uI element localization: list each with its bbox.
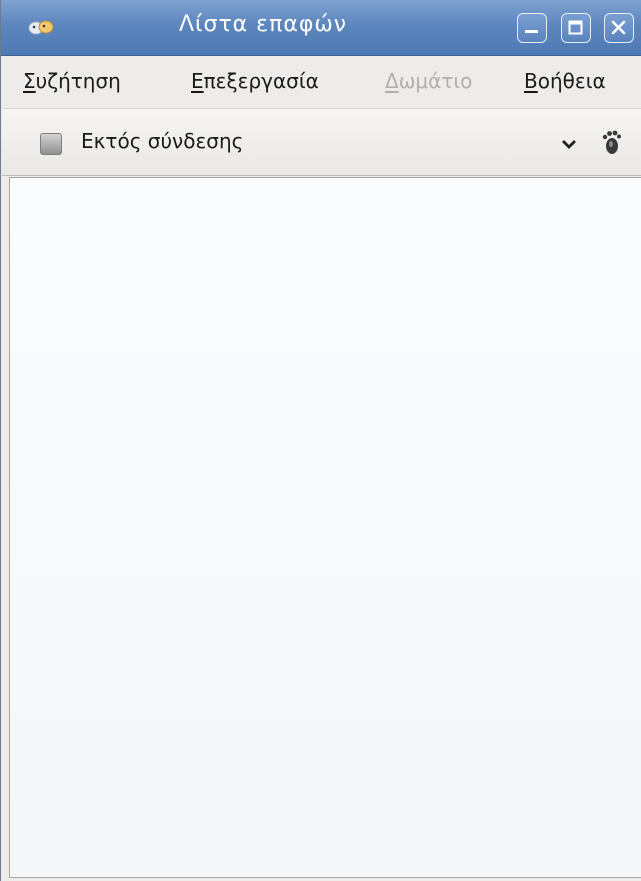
chevron-down-icon[interactable]: [558, 133, 580, 155]
window-title: Λίστα επαφών: [179, 12, 348, 37]
menu-edit-label: πεξεργασία: [203, 69, 319, 93]
menu-room: Δωμάτιο: [385, 69, 472, 93]
close-button[interactable]: [604, 13, 634, 43]
menu-room-mnemonic: Δ: [385, 69, 399, 93]
menu-chat-label: υζήτηση: [35, 69, 121, 93]
menu-chat[interactable]: Συζήτηση: [23, 69, 121, 93]
minimize-button[interactable]: [517, 13, 547, 43]
menu-chat-mnemonic: Σ: [23, 69, 36, 93]
menu-edit-mnemonic: Ε: [191, 69, 204, 93]
maximize-button[interactable]: [561, 13, 591, 43]
close-icon: [611, 20, 626, 35]
menu-help-label: οήθεια: [537, 69, 606, 93]
menu-help-mnemonic: Β: [524, 69, 538, 93]
maximize-icon: [568, 20, 583, 35]
contact-list[interactable]: [9, 177, 641, 878]
title-bar[interactable]: Λίστα επαφών: [1, 0, 641, 56]
footprint-icon[interactable]: [600, 129, 622, 157]
buddy-list-window: Λίστα επαφών Συζήτηση Επεξεργασία Δωμάτι…: [0, 0, 641, 881]
pidgin-app-icon[interactable]: [27, 20, 55, 38]
menu-room-label: ωμάτιο: [398, 69, 473, 93]
status-selector[interactable]: Εκτός σύνδεσης: [2, 108, 641, 176]
menu-help[interactable]: Βοήθεια: [524, 69, 606, 93]
minimize-icon: [525, 30, 538, 33]
status-label: Εκτός σύνδεσης: [81, 129, 244, 153]
menu-bar: Συζήτηση Επεξεργασία Δωμάτιο Βοήθεια: [2, 57, 641, 105]
menu-edit[interactable]: Επεξεργασία: [191, 69, 319, 93]
offline-status-icon: [40, 133, 62, 155]
